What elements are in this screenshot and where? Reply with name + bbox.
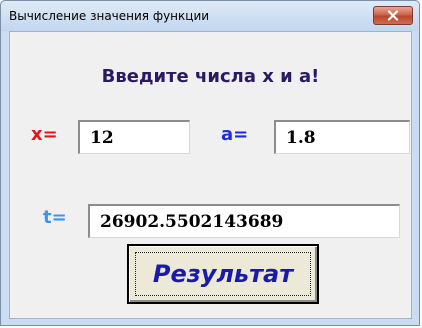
window-title: Вычисление значения функции [9,9,210,23]
x-label: x= [31,124,58,145]
close-button[interactable] [373,6,413,25]
result-button[interactable]: Результат [127,244,319,304]
a-input[interactable]: 1.8 [274,120,410,154]
close-icon [387,10,399,21]
x-input[interactable]: 12 [78,120,190,154]
t-output-field[interactable]: 26902.5502143689 [88,204,400,238]
heading-text: Введите числа х и а! [101,66,320,87]
app-window: Вычисление значения функции Введите числ… [0,0,420,326]
form-body: Введите числа х и а! x= 12 a= 1.8 t= 269… [9,31,412,319]
a-label: a= [221,124,249,145]
t-label: t= [43,207,67,228]
title-bar[interactable]: Вычисление значения функции [1,1,419,31]
result-button-label: Результат [152,260,294,288]
